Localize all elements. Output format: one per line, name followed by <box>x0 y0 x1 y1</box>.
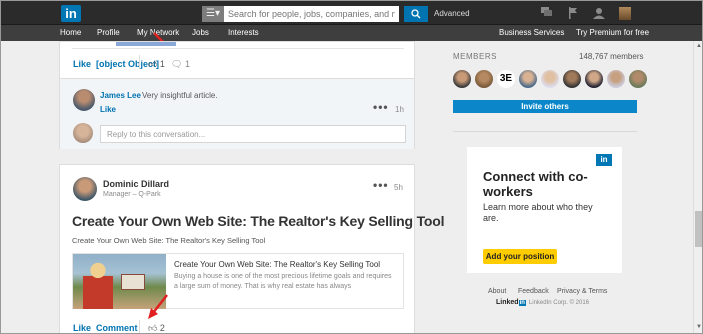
comment-section: James Lee Very insightful article. Like … <box>60 78 414 149</box>
member-avatar[interactable]: 3E <box>497 70 515 88</box>
add-position-button[interactable]: Add your position <box>483 249 557 264</box>
comments-count[interactable]: 🗨︎ 1 <box>171 59 190 70</box>
likes-count[interactable]: 👍︎ 1 <box>148 59 165 70</box>
nav-business-services[interactable]: Business Services <box>499 28 564 37</box>
author-name[interactable]: Dominic Dillard <box>103 179 169 189</box>
messages-icon[interactable] <box>541 7 553 19</box>
search-filter-menu-icon[interactable]: ☰▾ <box>202 6 224 22</box>
commenter-avatar[interactable] <box>73 89 95 111</box>
my-avatar <box>73 123 93 143</box>
comment-time: 1h <box>395 105 404 114</box>
preview-title[interactable]: Create Your Own Web Site: The Realtor's … <box>174 260 380 269</box>
scroll-down-icon[interactable]: ▼ <box>696 324 702 330</box>
top-icons <box>541 7 631 20</box>
members-title: MEMBERS <box>453 52 497 61</box>
members-count[interactable]: 148,767 members <box>579 52 643 61</box>
nav-jobs[interactable]: Jobs <box>192 28 209 37</box>
search-button[interactable] <box>404 6 428 22</box>
post-time: 5h <box>394 183 403 192</box>
invite-others-button[interactable]: Invite others <box>453 100 637 113</box>
footer-about[interactable]: About <box>488 288 506 295</box>
member-avatar[interactable] <box>607 70 625 88</box>
nav-try-premium[interactable]: Try Premium for free <box>576 28 649 37</box>
member-avatar[interactable] <box>563 70 581 88</box>
red-arrow-annotation <box>148 294 168 319</box>
scroll-up-icon[interactable]: ▲ <box>696 43 702 49</box>
post-card-1: Like [object Object] 👍︎ 1 🗨︎ 1 James Lee… <box>59 41 415 149</box>
nav-home[interactable]: Home <box>60 28 81 37</box>
likes-count[interactable]: 👍︎ 2 <box>148 323 165 333</box>
post-card-2: Dominic Dillard Manager – Q-Park ••• 5h … <box>59 164 444 333</box>
account-avatar[interactable] <box>619 7 631 20</box>
footer-brand: Linkedin LinkedIn Corp. © 2016 <box>496 299 589 306</box>
comment-text: Very insightful article. <box>142 91 218 100</box>
advanced-search-link[interactable]: Advanced <box>434 9 470 18</box>
footer-linkedin-logo: Linkedin <box>496 299 526 306</box>
footer-privacy[interactable]: Privacy & Terms <box>557 288 607 295</box>
comment-like-button[interactable]: Like <box>100 105 116 114</box>
member-avatar[interactable] <box>541 70 559 88</box>
search-input[interactable] <box>224 6 399 22</box>
like-button[interactable]: Like <box>73 59 91 69</box>
member-avatar[interactable] <box>519 70 537 88</box>
nav-interests[interactable]: Interests <box>228 28 259 37</box>
member-avatar[interactable] <box>585 70 603 88</box>
thumbs-up-icon: 👍︎ <box>148 59 158 69</box>
author-avatar[interactable] <box>73 177 97 201</box>
member-avatar[interactable] <box>629 70 647 88</box>
more-options-icon[interactable]: ••• <box>373 178 389 192</box>
ad-headline: Connect with co-workers <box>483 169 588 199</box>
scrollbar[interactable]: ▲ ▼ <box>693 41 702 333</box>
post-title[interactable]: Create Your Own Web Site: The Realtor's … <box>72 213 444 229</box>
author-subtitle: Manager – Q-Park <box>103 191 161 198</box>
linkedin-logo[interactable]: in <box>61 5 81 22</box>
search-bar: ☰▾ <box>202 6 399 22</box>
reply-input[interactable]: Reply to this conversation... <box>100 125 406 143</box>
member-avatars: 3E <box>453 70 647 88</box>
footer-feedback[interactable]: Feedback <box>518 288 549 295</box>
top-bar: in ☰▾ Advanced <box>1 1 702 25</box>
profile-icon[interactable] <box>593 7 605 19</box>
more-options-icon[interactable]: ••• <box>373 100 389 114</box>
thumbs-up-icon: 👍︎ <box>148 323 158 333</box>
nav-bar: Home Profile My Network Jobs Interests B… <box>1 25 702 41</box>
comment-bubble-icon: 🗨︎ <box>171 59 183 69</box>
preview-text: Buying a house is one of the most precio… <box>174 273 392 290</box>
ad-body: Learn more about who they are. <box>483 202 593 223</box>
commenter-name[interactable]: James Lee <box>100 91 141 100</box>
post-summary: Create Your Own Web Site: The Realtor's … <box>72 236 266 245</box>
footer-copyright: LinkedIn Corp. © 2016 <box>528 299 590 306</box>
member-avatar[interactable] <box>453 70 471 88</box>
link-preview[interactable]: Create Your Own Web Site: The Realtor's … <box>72 253 404 309</box>
scroll-thumb[interactable] <box>695 211 702 247</box>
member-avatar[interactable] <box>475 70 493 88</box>
image-fragment <box>116 42 176 46</box>
advertisement: in Connect with co-workers Learn more ab… <box>467 147 622 273</box>
comment-button[interactable]: Comment <box>96 323 138 333</box>
linkedin-ad-logo: in <box>596 154 612 166</box>
browser-frame: in ☰▾ Advanced Home Profile My Network J… <box>0 0 703 334</box>
flag-icon[interactable] <box>567 7 579 19</box>
nav-profile[interactable]: Profile <box>97 28 120 37</box>
search-icon <box>411 9 421 19</box>
like-button[interactable]: Like <box>73 323 91 333</box>
